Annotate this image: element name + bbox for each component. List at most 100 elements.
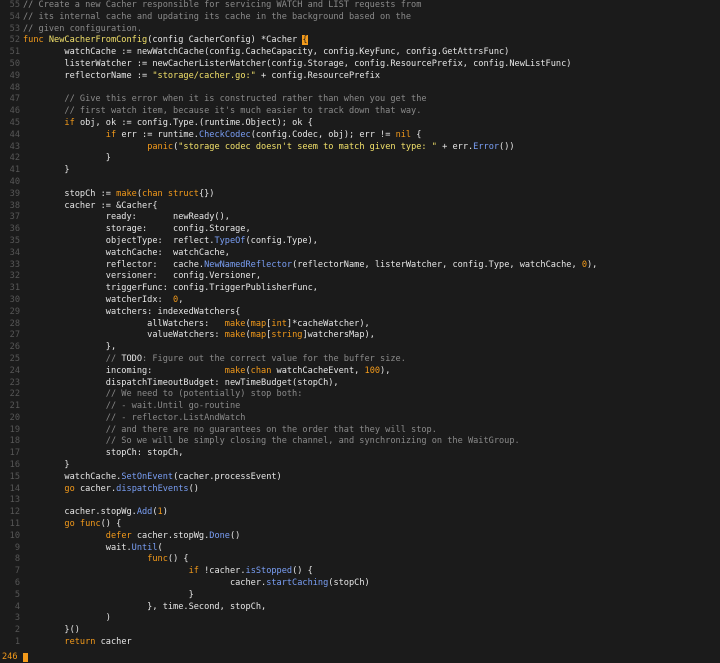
line-number: 34 — [9, 247, 20, 258]
code-line[interactable]: 22 // We need to (potentially) stop both… — [0, 389, 720, 401]
line-number: 3 — [14, 613, 20, 624]
line-code: defer cacher.stopWg.Done() — [23, 531, 241, 543]
code-line[interactable]: 52 func NewCacherFromConfig(config Cacher… — [0, 35, 720, 47]
code-line[interactable]: 28 allWatchers: make(map[int]*cacheWatch… — [0, 319, 720, 331]
line-number: 7 — [14, 566, 20, 577]
code-token: watcherIdx: — [23, 294, 174, 305]
code-line[interactable]: 14 go cacher.dispatchEvents() — [0, 484, 720, 496]
line-number: 18 — [9, 436, 20, 447]
code-line[interactable]: 5 } — [0, 590, 720, 602]
code-line[interactable]: 50 listerWatcher := newCacherListerWatch… — [0, 59, 720, 71]
code-line[interactable]: 45 if obj, ok := config.Type.(runtime.Ob… — [0, 118, 720, 130]
code-token: incoming: — [23, 365, 225, 376]
code-token: TODO — [121, 353, 143, 364]
code-token: CheckCodec — [198, 129, 251, 140]
code-token: int — [271, 318, 287, 329]
code-line[interactable]: 47 // Give this error when it is constru… — [0, 94, 720, 106]
code-line[interactable]: 43 panic("storage codec doesn't seem to … — [0, 142, 720, 154]
code-line[interactable]: 18 // So we will be simply closing the c… — [0, 436, 720, 448]
code-token: obj, ok := config.Type.(runtime.Object);… — [74, 117, 313, 128]
code-line[interactable]: 46 // first watch item, because it's muc… — [0, 106, 720, 118]
code-line[interactable]: 36 storage: config.Storage, — [0, 224, 720, 236]
code-line[interactable]: 8 func() { — [0, 554, 720, 566]
code-token: () — [188, 483, 199, 494]
code-line[interactable]: 26 }, — [0, 342, 720, 354]
code-token: // So we will be simply closing the chan… — [23, 436, 520, 447]
code-line[interactable]: 9 wait.Until( — [0, 543, 720, 555]
line-number: 25 — [9, 353, 20, 364]
line-number: 2 — [14, 625, 20, 636]
code-token: cacher — [95, 637, 132, 648]
code-line[interactable]: 13 — [0, 495, 720, 507]
status-line: 246 — [0, 652, 720, 663]
code-line[interactable]: 24 incoming: make(chan watchCacheEvent, … — [0, 366, 720, 378]
line-number: 27 — [9, 330, 20, 341]
line-code: allWatchers: make(map[int]*cacheWatcher)… — [23, 319, 370, 331]
code-token: triggerFunc: config.TriggerPublisherFunc… — [23, 283, 318, 294]
code-line[interactable]: 31 triggerFunc: config.TriggerPublisherF… — [0, 283, 720, 295]
code-lines[interactable]: 55// Create a new Cacher responsible for… — [0, 0, 720, 649]
line-number: 37 — [9, 212, 20, 223]
code-line[interactable]: 35 objectType: reflect.TypeOf(config.Typ… — [0, 236, 720, 248]
line-code: dispatchTimeoutBudget: newTimeBudget(sto… — [23, 378, 339, 390]
code-line[interactable]: 44 if err := runtime.CheckCodec(config.C… — [0, 130, 720, 142]
code-line[interactable]: 7 if !cacher.isStopped() { — [0, 566, 720, 578]
code-token: watchCache := newWatchCache(config.Cache… — [23, 47, 510, 58]
code-line[interactable]: 34 watchCache: watchCache, — [0, 248, 720, 260]
line-number: 31 — [9, 283, 20, 294]
code-line[interactable]: 12 cacher.stopWg.Add(1) — [0, 507, 720, 519]
code-token: (cacher.processEvent) — [173, 471, 282, 482]
code-token: TypeOf — [214, 235, 246, 246]
code-line[interactable]: 3 ) — [0, 613, 720, 625]
line-number: 39 — [9, 188, 20, 199]
line-number: 6 — [14, 578, 20, 589]
code-line[interactable]: 55// Create a new Cacher responsible for… — [0, 0, 720, 12]
code-line[interactable]: 15 watchCache.SetOnEvent(cacher.processE… — [0, 472, 720, 484]
code-line[interactable]: 17 stopCh: stopCh, — [0, 448, 720, 460]
code-token: if — [105, 129, 117, 140]
code-line[interactable]: 39 stopCh := make(chan struct{}) — [0, 189, 720, 201]
code-token: isStopped — [245, 566, 293, 577]
code-line[interactable]: 27 valueWatchers: make(map[string]watche… — [0, 330, 720, 342]
code-token: + config.ResourcePrefix — [255, 70, 381, 81]
code-line[interactable]: 20 // - reflector.ListAndWatch — [0, 413, 720, 425]
code-token: (config.Codec, obj); err != — [250, 129, 396, 140]
code-token: objectType: reflect. — [23, 235, 215, 246]
code-line[interactable]: 42 } — [0, 153, 720, 165]
code-line[interactable]: 41 } — [0, 165, 720, 177]
line-code: // and there are no guarantees on the or… — [23, 425, 437, 437]
line-code: // Create a new Cacher responsible for s… — [23, 0, 421, 12]
code-token: () { — [292, 566, 313, 577]
code-line[interactable]: 19 // and there are no guarantees on the… — [0, 425, 720, 437]
code-line[interactable]: 2 }() — [0, 625, 720, 637]
code-line[interactable]: 40 — [0, 177, 720, 189]
code-token: NewNamedReflector — [204, 259, 293, 270]
code-line[interactable]: 21 // - wait.Until go-routine — [0, 401, 720, 413]
code-line[interactable]: 25 // TODO: Figure out the correct value… — [0, 354, 720, 366]
code-line[interactable]: 10 defer cacher.stopWg.Done() — [0, 531, 720, 543]
code-line[interactable]: 29 watchers: indexedWatchers{ — [0, 307, 720, 319]
code-line[interactable]: 37 ready: newReady(), — [0, 212, 720, 224]
code-editor[interactable]: 55// Create a new Cacher responsible for… — [0, 0, 720, 663]
code-token: } — [23, 165, 70, 176]
code-line[interactable]: 53// given configuration. — [0, 24, 720, 36]
code-line[interactable]: 38 cacher := &Cacher{ — [0, 201, 720, 213]
code-line[interactable]: 4 }, time.Second, stopCh, — [0, 602, 720, 614]
code-line[interactable]: 30 watcherIdx: 0, — [0, 295, 720, 307]
code-token: // its internal cache and updating its c… — [23, 11, 412, 22]
code-line[interactable]: 54// its internal cache and updating its… — [0, 12, 720, 24]
code-line[interactable]: 48 — [0, 83, 720, 95]
code-token: }() — [23, 625, 80, 636]
code-line[interactable]: 6 cacher.startCaching(stopCh) — [0, 578, 720, 590]
code-line[interactable]: 32 versioner: config.Versioner, — [0, 271, 720, 283]
code-token: err := runtime. — [116, 129, 199, 140]
code-token: func — [23, 35, 49, 46]
code-line[interactable]: 23 dispatchTimeoutBudget: newTimeBudget(… — [0, 378, 720, 390]
code-line[interactable]: 16 } — [0, 460, 720, 472]
code-line[interactable]: 33 reflector: cache.NewNamedReflector(re… — [0, 260, 720, 272]
code-line[interactable]: 51 watchCache := newWatchCache(config.Ca… — [0, 47, 720, 59]
code-line[interactable]: 11 go func() { — [0, 519, 720, 531]
code-line[interactable]: 49 reflectorName := "storage/cacher.go:"… — [0, 71, 720, 83]
code-line[interactable]: 1 return cacher — [0, 637, 720, 649]
line-code: func() { — [23, 554, 188, 566]
